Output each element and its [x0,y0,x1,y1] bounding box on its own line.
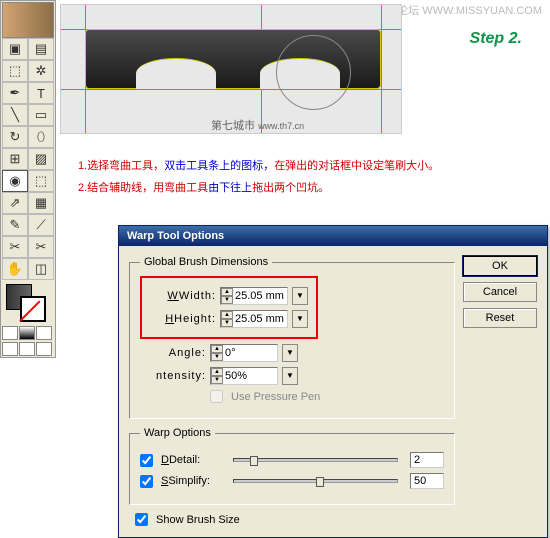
width-dropdown[interactable]: ▼ [292,287,308,305]
simplify-slider[interactable] [233,479,398,483]
angle-label: Angle: [140,347,206,359]
tool-icon[interactable]: ▤ [28,38,54,60]
tool-icon[interactable]: ⇗ [2,192,28,214]
width-input[interactable] [233,290,287,302]
tool-icon[interactable]: ✒ [2,82,28,104]
guide-horizontal [61,89,401,90]
reset-button[interactable]: Reset [463,308,537,328]
toolbox-thumbnail [2,2,54,38]
angle-input[interactable] [223,347,277,359]
detail-slider[interactable] [233,458,398,462]
warp-options-group: Warp Options DDetail: SSimplify: [129,427,455,505]
simplify-checkbox[interactable] [140,475,153,488]
tool-icon[interactable]: ✎ [2,214,28,236]
tool-icon[interactable]: ▣ [2,38,28,60]
tool-icon[interactable]: ⬚ [28,170,54,192]
instruction-line-2: 2.结合辅助线，用弯曲工具由下往上拖出两个凹坑。 [78,177,439,199]
tool-icon[interactable]: ↻ [2,126,28,148]
global-brush-dimensions-group: Global Brush Dimensions WWidth: ▲▼ ▼ HHe… [129,256,455,419]
illustrator-toolbox: ▣▤⬚✲✒T╲▭↻⬯⊞▨◉⬚⇗▦✎⟋✂✂✋◫ [0,0,56,358]
tool-icon[interactable]: ▨ [28,148,54,170]
artboard-preview: 第七城市 www.th7.cn [60,4,402,134]
width-label: WWidth: [150,290,216,302]
simplify-label: SSimplify: [161,475,221,487]
height-spinner[interactable]: ▲▼ [220,310,288,328]
warp-brush-cursor [276,35,351,110]
intensity-spinner[interactable]: ▲▼ [210,367,278,385]
tool-icon[interactable]: ✋ [2,258,28,280]
tool-icon[interactable]: ✲ [28,60,54,82]
width-spinner[interactable]: ▲▼ [220,287,288,305]
tool-icon[interactable]: ▭ [28,104,54,126]
tool-icon[interactable]: ⊞ [2,148,28,170]
group-legend: Global Brush Dimensions [140,256,272,268]
height-dropdown[interactable]: ▼ [292,310,308,328]
screen-mode-icon[interactable] [36,342,52,356]
intensity-label: ntensity: [140,370,206,382]
show-brush-label: Show Brush Size [156,514,240,526]
tool-icon[interactable]: ⬯ [28,126,54,148]
instruction-line-1: 1.选择弯曲工具，双击工具条上的图标，在弹出的对话框中设定笔刷大小。 [78,155,439,177]
detail-label: DDetail: [161,454,221,466]
tool-icon[interactable]: ⟋ [28,214,54,236]
tool-icon[interactable]: ⬚ [2,60,28,82]
cancel-button[interactable]: Cancel [463,282,537,302]
mini-swatch[interactable] [19,326,35,340]
tool-icon[interactable]: ▦ [28,192,54,214]
tool-icon[interactable]: ✂ [2,236,28,258]
color-swatches[interactable] [2,282,54,324]
pressure-pen-checkbox [210,390,223,403]
stroke-swatch[interactable] [20,296,46,322]
dialog-title-bar[interactable]: Warp Tool Options [119,226,547,246]
simplify-value[interactable] [410,473,444,489]
intensity-dropdown[interactable]: ▼ [282,367,298,385]
group-legend: Warp Options [140,427,215,439]
step-label: Step 2. [470,30,522,48]
angle-spinner[interactable]: ▲▼ [210,344,278,362]
pressure-pen-label: Use Pressure Pen [231,391,320,403]
tool-icon[interactable]: ╲ [2,104,28,126]
mini-swatch[interactable] [2,326,18,340]
canvas-watermark: 第七城市 www.th7.cn [211,117,304,133]
show-brush-checkbox[interactable] [135,513,148,526]
tool-icon[interactable]: ◫ [28,258,54,280]
instructions: 1.选择弯曲工具，双击工具条上的图标，在弹出的对话框中设定笔刷大小。 2.结合辅… [78,155,439,199]
highlight-box: WWidth: ▲▼ ▼ HHeight: ▲▼ ▼ [140,276,318,339]
screen-mode-icon[interactable] [19,342,35,356]
screen-mode-icon[interactable] [2,342,18,356]
height-label: HHeight: [150,313,216,325]
intensity-input[interactable] [223,370,277,382]
tool-icon[interactable]: T [28,82,54,104]
mini-swatch[interactable] [36,326,52,340]
angle-dropdown[interactable]: ▼ [282,344,298,362]
tool-icon[interactable]: ◉ [2,170,28,192]
detail-value[interactable] [410,452,444,468]
warp-tool-options-dialog: Warp Tool Options Global Brush Dimension… [118,225,548,538]
height-input[interactable] [233,313,287,325]
guide-vertical [381,5,382,133]
tool-icon[interactable]: ✂ [28,236,54,258]
detail-checkbox[interactable] [140,454,153,467]
ok-button[interactable]: OK [463,256,537,276]
